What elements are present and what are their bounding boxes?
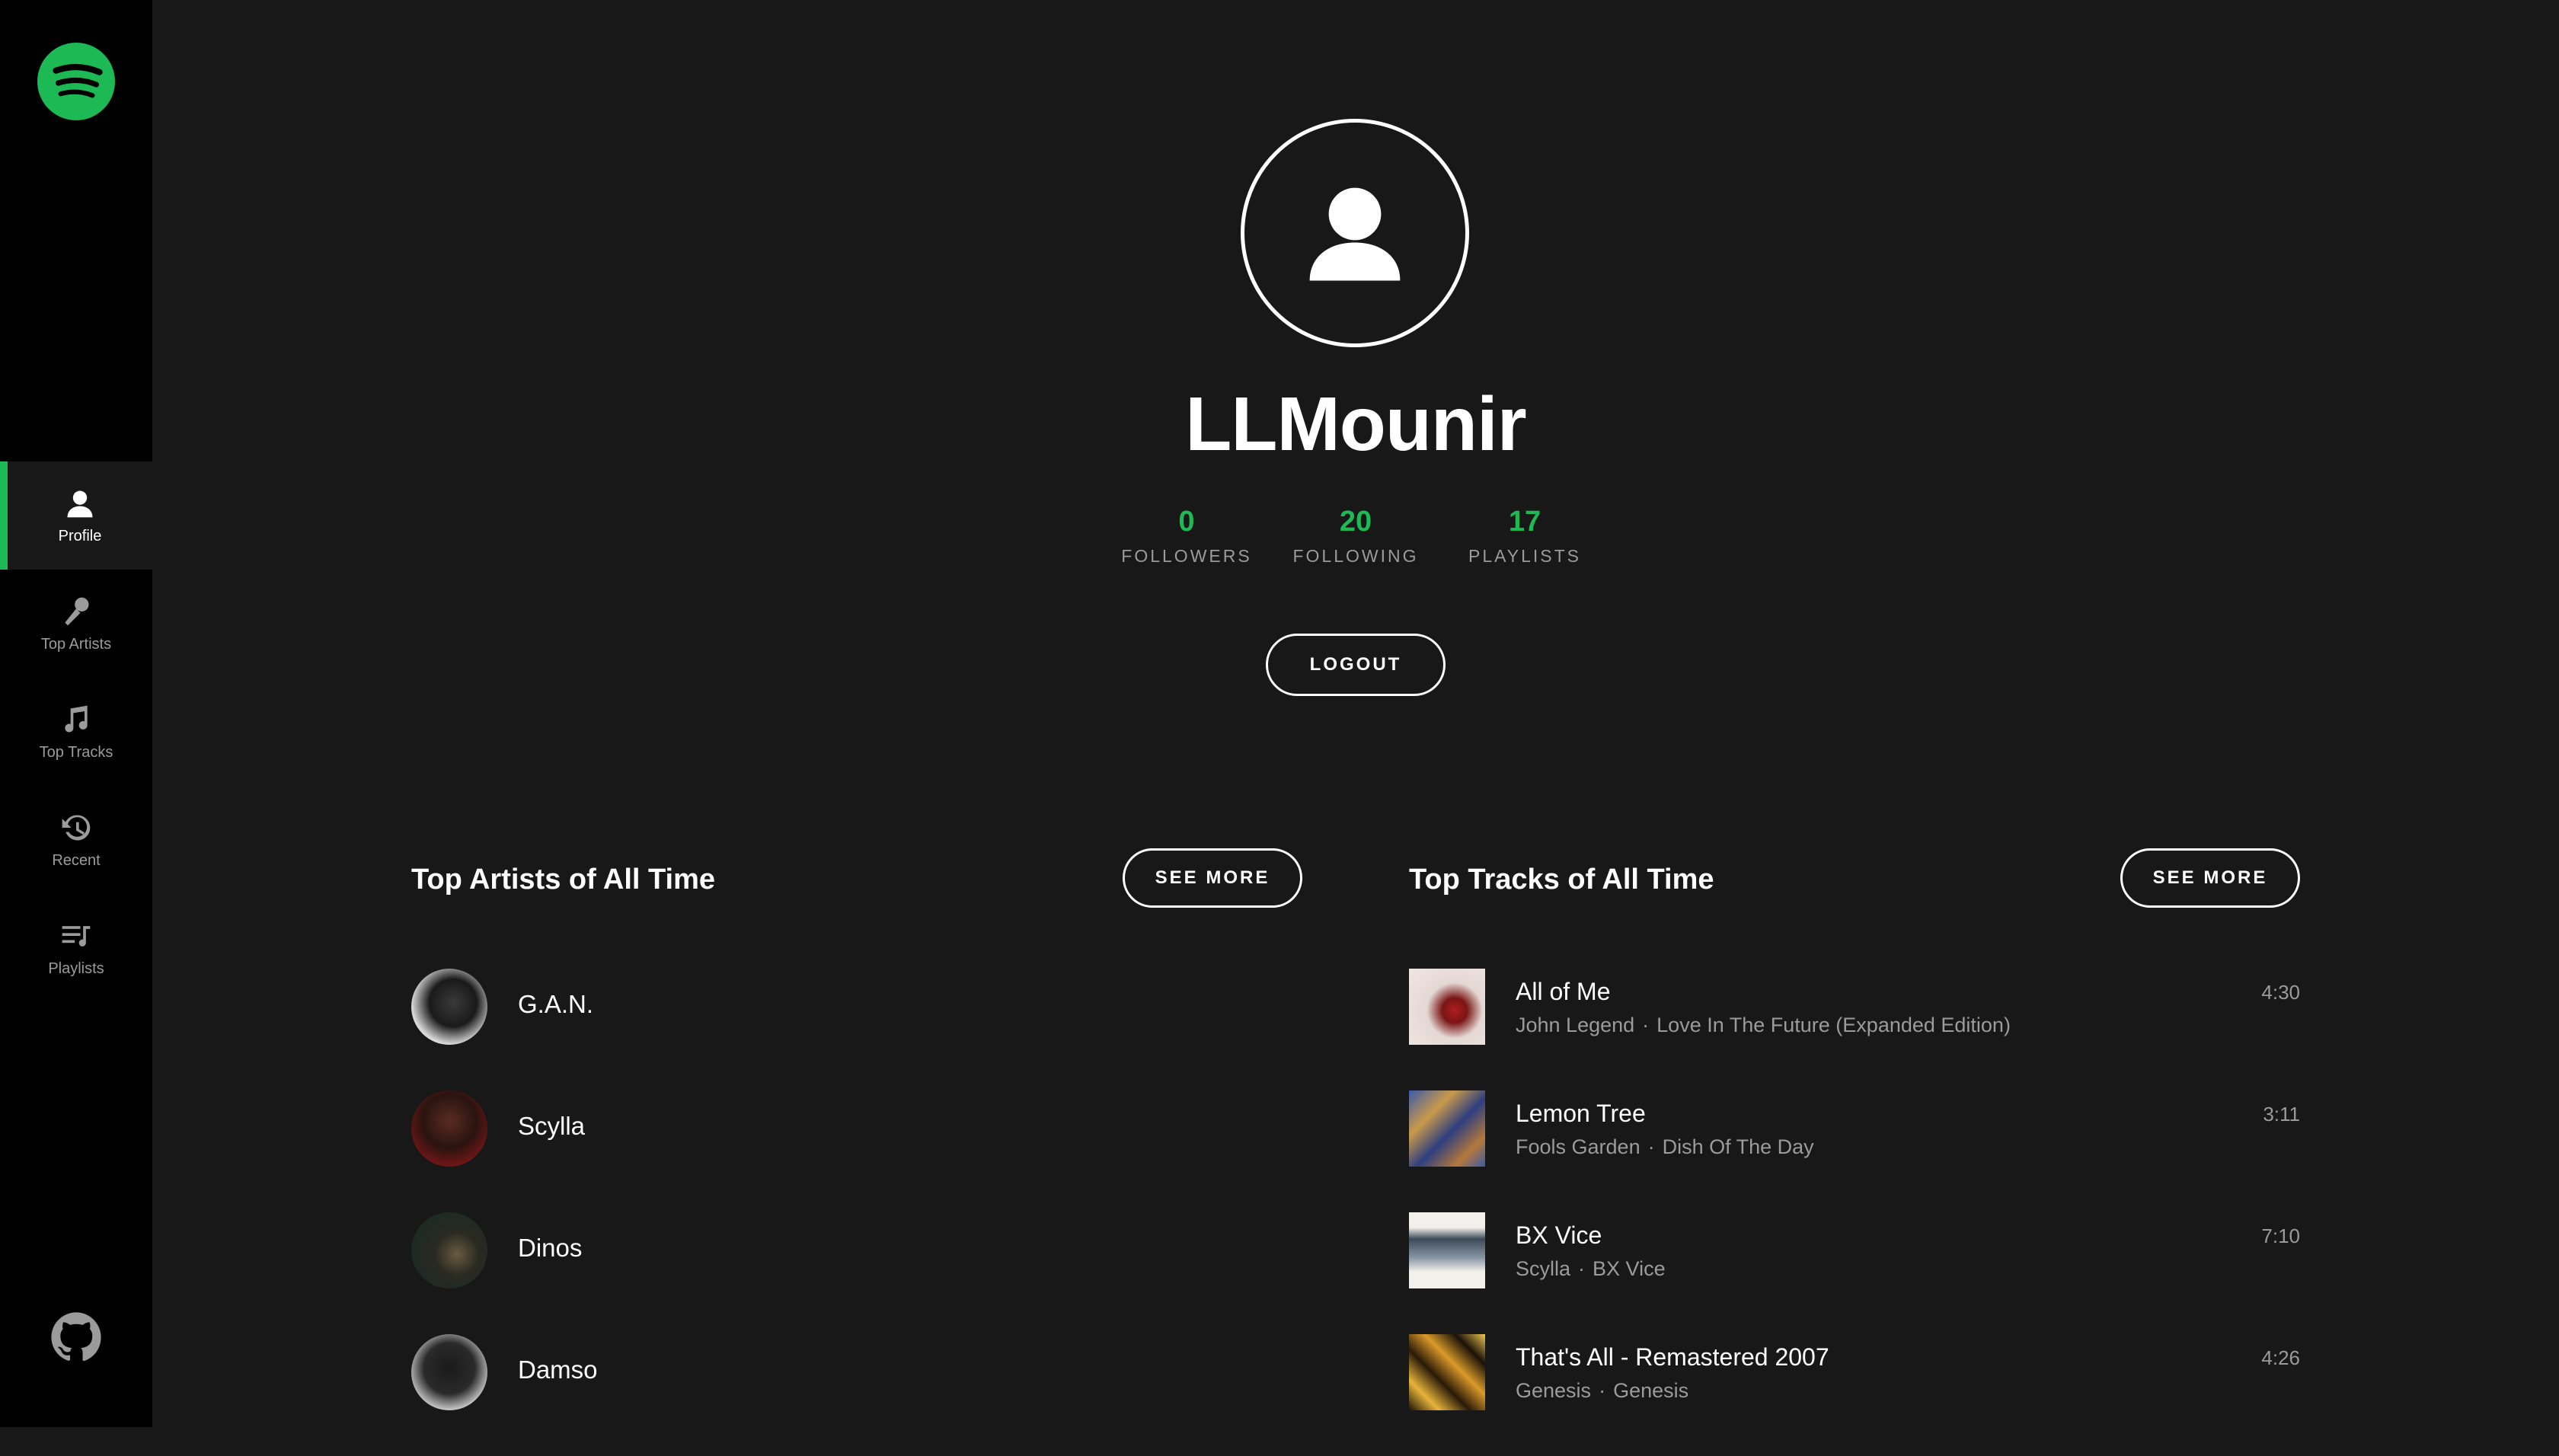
track-name: All of Me — [1516, 978, 1611, 1005]
track-artist: Scylla — [1516, 1257, 1571, 1280]
playlist-icon — [59, 919, 93, 953]
history-icon — [59, 811, 93, 845]
stat-following: 20 FOLLOWING — [1286, 506, 1425, 567]
spotify-logo-icon[interactable] — [37, 43, 115, 120]
track-duration: 3:11 — [2263, 1103, 2300, 1126]
sidebar-item-label: Recent — [52, 851, 101, 869]
artist-name: Dinos — [518, 1234, 583, 1262]
track-meta: Scylla · BX Vice — [1516, 1257, 1666, 1280]
artist-image — [411, 969, 487, 1045]
stat-label: FOLLOWERS — [1121, 546, 1252, 566]
top-tracks-list: All of Me John Legend · Love In The Future… — [1409, 969, 2300, 1456]
list-item[interactable]: Damso — [411, 1334, 1302, 1456]
see-more-tracks-button[interactable]: SEE MORE — [2120, 848, 2300, 908]
track-info: That's All - Remastered 2007 Genesis · Gen… — [1516, 1343, 1829, 1403]
list-item[interactable]: BX Vice Scylla · BX Vice 7:10 — [1409, 1212, 2300, 1334]
artist-image — [411, 1334, 487, 1410]
track-meta: John Legend · Love In The Future (Expanded… — [1516, 1014, 2011, 1036]
list-item[interactable]: That's All - Remastered 2007 Genesis · Gen… — [1409, 1334, 2300, 1456]
track-artist: Fools Garden — [1516, 1135, 1641, 1158]
stat-value: 20 — [1339, 506, 1372, 538]
sidebar-item-top-artists[interactable]: Top Artists — [0, 570, 152, 678]
track-meta: Genesis · Genesis — [1516, 1379, 1689, 1402]
stat-playlists: 17 PLAYLISTS — [1455, 506, 1594, 567]
sidebar-item-profile[interactable]: Profile — [0, 461, 152, 570]
track-name: BX Vice — [1516, 1221, 1602, 1249]
list-item[interactable]: Lemon Tree Fools Garden · Dish Of The Day … — [1409, 1090, 2300, 1212]
track-duration: 4:30 — [2261, 981, 2300, 1004]
top-artists-list: G.A.N. Scylla Dinos Damso — [411, 969, 1302, 1456]
stat-followers: 0 FOLLOWERS — [1117, 506, 1256, 567]
track-artist: John Legend — [1516, 1014, 1635, 1036]
avatar — [1241, 119, 1469, 347]
user-icon — [63, 487, 97, 520]
sidebar-item-label: Top Tracks — [39, 743, 113, 761]
artist-name: Damso — [518, 1355, 598, 1384]
microphone-icon — [59, 595, 93, 628]
profile-stats: 0 FOLLOWERS 20 FOLLOWING 17 PLAYLISTS — [1112, 506, 1599, 567]
artist-image — [411, 1090, 487, 1167]
logout-button[interactable]: LOGOUT — [1266, 634, 1446, 696]
list-item[interactable]: All of Me John Legend · Love In The Future… — [1409, 969, 2300, 1090]
track-album: Dish Of The Day — [1662, 1135, 1814, 1158]
album-cover — [1409, 1090, 1485, 1167]
track-info: Lemon Tree Fools Garden · Dish Of The Day — [1516, 1100, 1814, 1159]
track-info: BX Vice Scylla · BX Vice — [1516, 1221, 1666, 1281]
sidebar-item-top-tracks[interactable]: Top Tracks — [0, 678, 152, 786]
track-album: BX Vice — [1593, 1257, 1666, 1280]
username: LLMounir — [1185, 382, 1526, 467]
list-item[interactable]: G.A.N. — [411, 969, 1302, 1090]
stat-label: PLAYLISTS — [1468, 546, 1582, 566]
top-tracks-title: Top Tracks of All Time — [1409, 864, 1714, 896]
top-artists-title: Top Artists of All Time — [411, 864, 716, 896]
track-album: Genesis — [1613, 1379, 1689, 1402]
sidebar-item-label: Profile — [58, 527, 102, 544]
stat-value: 17 — [1508, 506, 1541, 538]
track-meta: Fools Garden · Dish Of The Day — [1516, 1135, 1814, 1158]
artist-name: Scylla — [518, 1112, 586, 1140]
github-icon[interactable] — [50, 1311, 102, 1363]
album-cover — [1409, 969, 1485, 1045]
sidebar-item-label: Playlists — [48, 959, 104, 977]
sidebar: Profile Top Artists Top Tracks Recent Pl… — [0, 0, 152, 1427]
track-name: That's All - Remastered 2007 — [1516, 1343, 1829, 1371]
stat-label: FOLLOWING — [1292, 546, 1419, 566]
track-artist: Genesis — [1516, 1379, 1592, 1402]
artist-image — [411, 1212, 487, 1288]
track-duration: 7:10 — [2261, 1225, 2300, 1247]
album-cover — [1409, 1334, 1485, 1410]
track-duration: 4:26 — [2261, 1346, 2300, 1369]
user-icon — [1309, 187, 1401, 281]
see-more-artists-button[interactable]: SEE MORE — [1123, 848, 1302, 908]
music-note-icon — [59, 703, 93, 736]
stat-value: 0 — [1178, 506, 1195, 538]
track-album: Love In The Future (Expanded Edition) — [1656, 1014, 2011, 1036]
sidebar-nav: Profile Top Artists Top Tracks Recent Pl… — [0, 461, 152, 1002]
list-item[interactable]: Scylla — [411, 1090, 1302, 1212]
list-item[interactable]: Dinos — [411, 1212, 1302, 1334]
album-cover — [1409, 1212, 1485, 1288]
artist-name: G.A.N. — [518, 990, 594, 1018]
sidebar-item-playlists[interactable]: Playlists — [0, 894, 152, 1002]
sidebar-item-label: Top Artists — [40, 635, 112, 653]
track-info: All of Me John Legend · Love In The Future… — [1516, 978, 2011, 1037]
track-name: Lemon Tree — [1516, 1100, 1646, 1127]
sidebar-item-recent[interactable]: Recent — [0, 786, 152, 894]
